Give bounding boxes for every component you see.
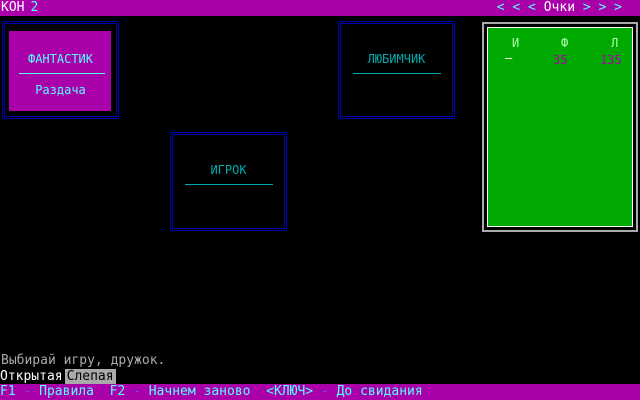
f2-key[interactable]: F2 [110,384,126,399]
player-name: ЛЮБИМЧИК [367,52,426,66]
mode-open-option[interactable]: Открытая [0,369,65,384]
player-panel-igrok: ИГРОК [170,132,287,231]
player-panel-lyubimchik: ЛЮБИМЧИК [338,21,455,119]
bottom-help-bar: F1 - Правила F2 - Начнем заново <КЛЮЧ> -… [0,384,640,400]
round-label: КОН [1,0,25,15]
round-number: 2 [30,0,39,15]
esc-key[interactable]: <КЛЮЧ> [266,384,313,399]
player-divider [19,73,105,74]
game-message: Выбирай игру, дружок. [1,353,166,368]
score-value-l: 135 [600,53,622,67]
score-nav[interactable]: < < < Очки > > > [497,0,622,16]
player-name: ФАНТАСТИК [27,52,94,66]
game-mode-selector: Открытая Слепая [0,369,116,384]
active-player-highlight [9,31,111,111]
score-value-i: — [505,51,513,65]
esc-label[interactable]: До свидания [337,384,423,399]
score-next-arrows[interactable]: > > > [583,0,622,15]
score-header-f: Ф [561,36,569,50]
top-bar: КОН 2 < < < Очки > > > [0,0,640,16]
round-title: КОН 2 [1,0,38,16]
player-action: Раздача [35,83,86,97]
score-label: Очки [543,0,576,15]
player-divider [353,73,441,74]
score-value-f: 35 [553,53,568,67]
player-name: ИГРОК [210,163,247,177]
f2-separator: - [125,384,149,399]
player-panel-fantastik: ФАНТАСТИК Раздача [2,21,119,119]
esc-separator: - [313,384,337,399]
f2-label[interactable]: Начнем заново [149,384,251,399]
f1-key[interactable]: F1 [0,384,16,399]
f1-label[interactable]: Правила [39,384,94,399]
player-divider [185,184,273,185]
scoreboard: И Ф Л — 35 135 [482,22,638,232]
score-prev-arrows[interactable]: < < < [497,0,536,15]
scoreboard-table: И Ф Л — 35 135 [487,27,633,227]
f1-separator: - [15,384,40,399]
score-header-i: И [512,36,520,50]
mode-blind-option[interactable]: Слепая [64,369,116,384]
score-header-l: Л [611,36,619,50]
